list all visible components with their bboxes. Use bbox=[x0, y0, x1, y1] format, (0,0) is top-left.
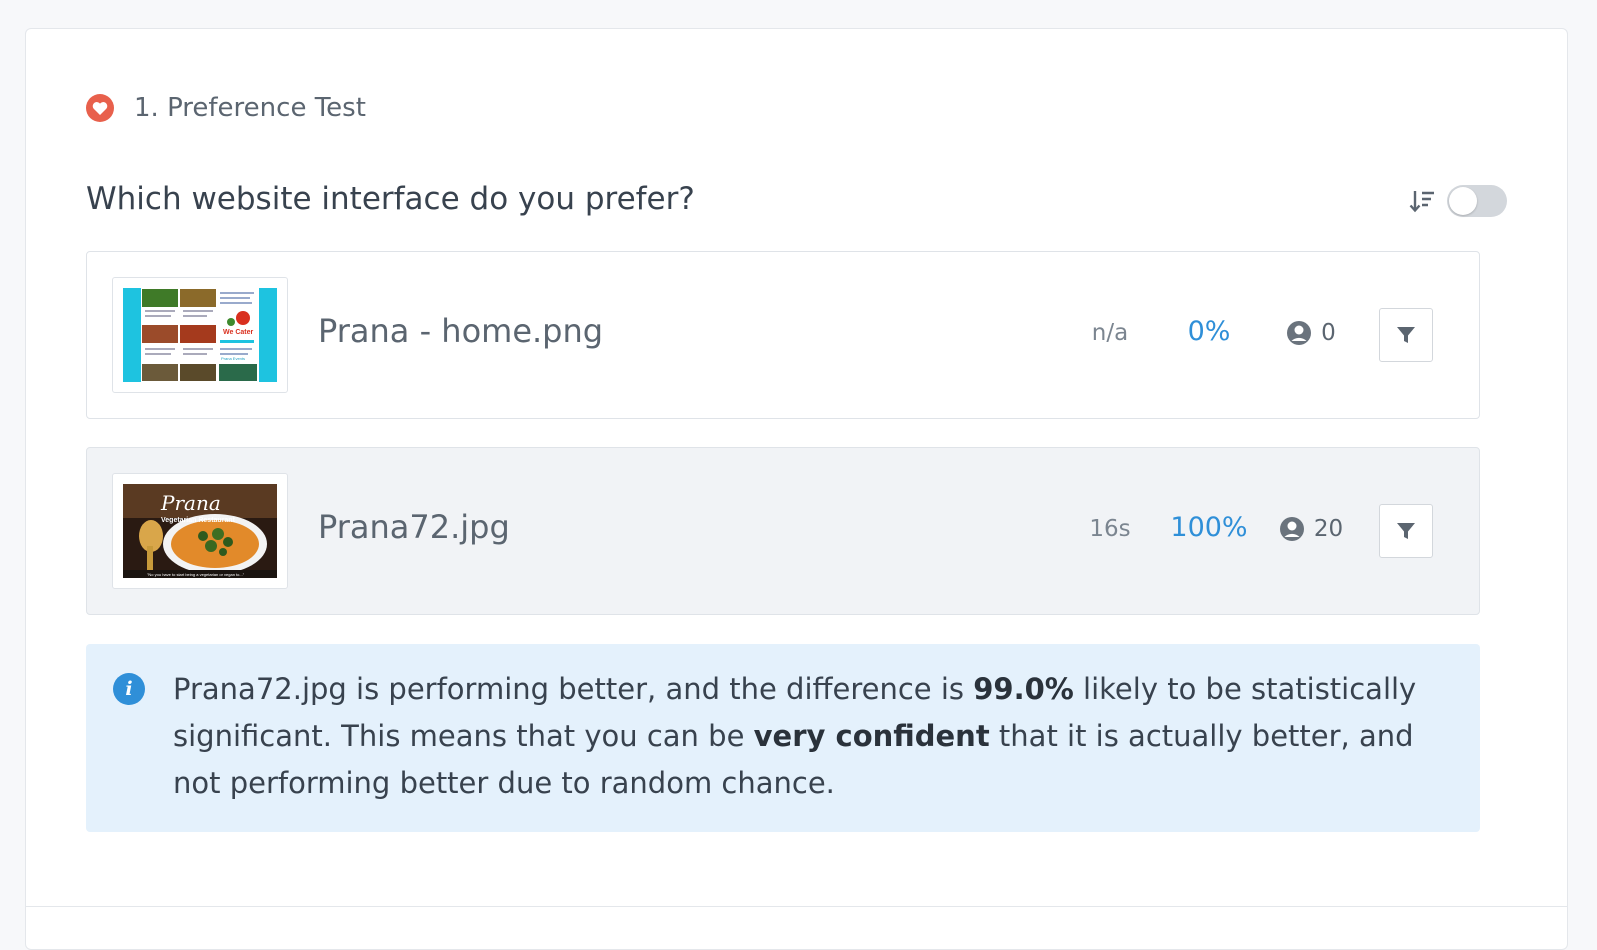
filter-button[interactable] bbox=[1379, 308, 1433, 362]
percent-stat: 0% bbox=[1187, 316, 1231, 347]
view-controls bbox=[1407, 185, 1507, 217]
confidence-level: very confident bbox=[753, 719, 990, 753]
section-title: 1. Preference Test bbox=[134, 93, 366, 123]
thumbnail-caption: Prana bbox=[160, 491, 221, 515]
sort-toggle[interactable] bbox=[1447, 185, 1507, 217]
user-icon bbox=[1279, 517, 1304, 541]
option-file-name: Prana72.jpg bbox=[318, 508, 510, 546]
filter-icon bbox=[1397, 327, 1415, 343]
respondent-count-value: 20 bbox=[1313, 516, 1344, 542]
option-thumbnail[interactable]: We Cater Prana Events bbox=[112, 277, 288, 393]
toggle-knob bbox=[1449, 187, 1477, 215]
time-stat: n/a bbox=[1091, 320, 1129, 346]
time-stat: 16s bbox=[1089, 516, 1131, 542]
thumbnail-caption: We Cater bbox=[223, 329, 253, 336]
percent-stat: 100% bbox=[1170, 512, 1248, 543]
respondent-count: 0 bbox=[1267, 320, 1355, 346]
heart-icon bbox=[86, 94, 114, 122]
thumbnail-caption: "No you have to start being a vegetarian… bbox=[147, 572, 245, 577]
respondent-count-value: 0 bbox=[1321, 320, 1336, 346]
significance-message: Prana72.jpg is performing better, and th… bbox=[173, 666, 1463, 807]
thumbnail-image: We Cater Prana Events bbox=[123, 288, 277, 382]
thumbnail-caption: Prana Events bbox=[221, 356, 245, 361]
sort-descending-icon[interactable] bbox=[1407, 186, 1437, 216]
confidence-percent: 99.0% bbox=[973, 672, 1074, 706]
user-icon bbox=[1287, 321, 1312, 345]
section-header: 1. Preference Test bbox=[86, 93, 366, 123]
significance-info-box: i Prana72.jpg is performing better, and … bbox=[86, 644, 1480, 832]
preference-test-card: 1. Preference Test Which website interfa… bbox=[25, 28, 1568, 950]
thumbnail-caption: Vegetarian Restaurant bbox=[161, 517, 236, 524]
filter-icon bbox=[1397, 523, 1415, 539]
filter-button[interactable] bbox=[1379, 504, 1433, 558]
option-file-name: Prana - home.png bbox=[318, 312, 604, 350]
respondent-count: 20 bbox=[1267, 516, 1355, 542]
info-icon: i bbox=[113, 673, 145, 705]
option-row[interactable]: Prana Vegetarian Restaurant "No you have… bbox=[86, 447, 1480, 615]
info-text-part: Prana72.jpg is performing better, and th… bbox=[173, 672, 974, 706]
option-row[interactable]: We Cater Prana Events Prana - home.png n… bbox=[86, 251, 1480, 419]
card-divider bbox=[26, 906, 1567, 907]
thumbnail-image: Prana Vegetarian Restaurant "No you have… bbox=[123, 484, 277, 578]
question-title: Which website interface do you prefer? bbox=[86, 181, 695, 217]
option-thumbnail[interactable]: Prana Vegetarian Restaurant "No you have… bbox=[112, 473, 288, 589]
